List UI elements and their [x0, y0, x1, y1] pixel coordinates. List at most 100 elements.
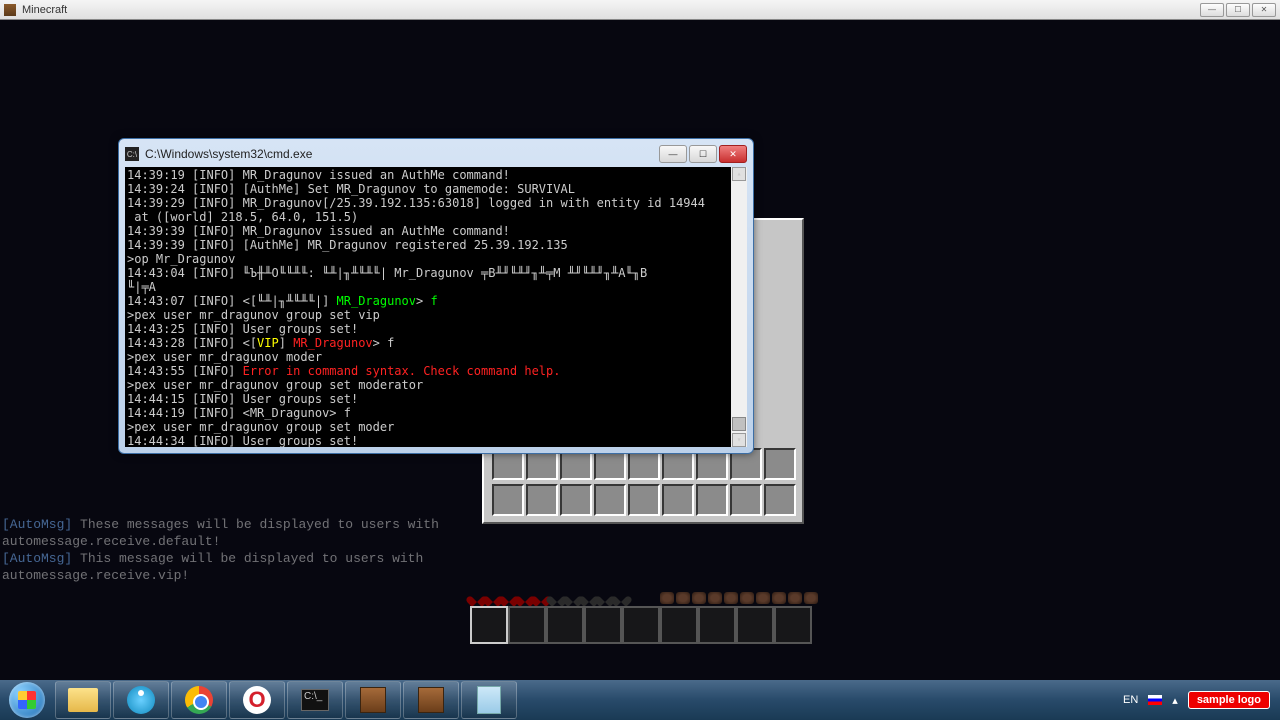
- cmd-line: >pex user mr_dragunov moder: [127, 350, 745, 364]
- minecraft-titlebar[interactable]: Minecraft — ☐ ✕: [0, 0, 1280, 20]
- hotbar-slot[interactable]: [660, 606, 698, 644]
- minecraft-viewport[interactable]: C:\ C:\Windows\system32\cmd.exe — ☐ ✕ 14…: [0, 20, 1280, 680]
- cmd-line: 14:39:24 [INFO] [AuthMe] Set MR_Dragunov…: [127, 182, 745, 196]
- hunger-bar: [660, 592, 818, 604]
- cmd-close-button[interactable]: ✕: [719, 145, 747, 163]
- inventory-slot[interactable]: [628, 484, 660, 516]
- sample-logo-badge: sample logo: [1188, 691, 1270, 709]
- inventory-slot[interactable]: [764, 448, 796, 480]
- hotbar[interactable]: [470, 606, 812, 644]
- cmd-titlebar[interactable]: C:\ C:\Windows\system32\cmd.exe — ☐ ✕: [125, 145, 747, 163]
- cmd-line: 14:43:07 [INFO] <[╙╨|╖╨╙╨╙|] MR_Dragunov…: [127, 294, 745, 308]
- tray-chevron-icon[interactable]: ▴: [1172, 694, 1178, 707]
- inventory-slot[interactable]: [730, 484, 762, 516]
- mc-maximize-button[interactable]: ☐: [1226, 3, 1250, 17]
- cmd-line: 14:43:28 [INFO] <[VIP] MR_Dragunov> f: [127, 336, 745, 350]
- hotbar-slot[interactable]: [622, 606, 660, 644]
- hunger-icon: [772, 592, 786, 604]
- hotbar-slot[interactable]: [698, 606, 736, 644]
- taskbar-opera[interactable]: O: [229, 681, 285, 719]
- cmd-line: 14:39:19 [INFO] MR_Dragunov issued an Au…: [127, 168, 745, 182]
- hotbar-slot[interactable]: [774, 606, 812, 644]
- opera-icon: O: [243, 686, 271, 714]
- cmd-scrollbar[interactable]: ▴ ▾: [731, 167, 747, 447]
- mc-minimize-button[interactable]: —: [1200, 3, 1224, 17]
- cmd-line: at ([world] 218.5, 64.0, 151.5): [127, 210, 745, 224]
- taskbar-explorer[interactable]: [55, 681, 111, 719]
- minecraft-title: Minecraft: [22, 4, 1200, 16]
- language-indicator[interactable]: EN: [1123, 694, 1138, 706]
- cmd-line: 14:44:34 [INFO] User groups set!: [127, 434, 745, 447]
- cmd-output[interactable]: 14:39:19 [INFO] MR_Dragunov issued an Au…: [125, 167, 747, 447]
- inventory-hotbar-row: [492, 484, 796, 516]
- hunger-icon: [724, 592, 738, 604]
- cmd-title: C:\Windows\system32\cmd.exe: [145, 147, 659, 161]
- flag-icon[interactable]: [1148, 695, 1162, 705]
- cmd-line: 14:43:25 [INFO] User groups set!: [127, 322, 745, 336]
- hunger-icon: [788, 592, 802, 604]
- windows-icon: [9, 682, 45, 718]
- taskbar-notepad[interactable]: [461, 681, 517, 719]
- cmd-line: >pex user mr_dragunov group set moder: [127, 420, 745, 434]
- hotbar-slot[interactable]: [736, 606, 774, 644]
- hotbar-slot[interactable]: [508, 606, 546, 644]
- minecraft-window: Minecraft — ☐ ✕ C:\ C:\Windows\system32\…: [0, 0, 1280, 720]
- scroll-thumb[interactable]: [732, 417, 746, 431]
- cmd-icon: C:\_: [301, 689, 329, 711]
- mc-close-button[interactable]: ✕: [1252, 3, 1276, 17]
- cmd-line: >op Mr_Dragunov: [127, 252, 745, 266]
- chat-line: automessage.receive.default!: [2, 533, 439, 550]
- chat-line: [AutoMsg] This message will be displayed…: [2, 550, 439, 567]
- taskbar[interactable]: O C:\_ EN ▴ sample logo: [0, 680, 1280, 720]
- chat-log: [AutoMsg] These messages will be display…: [2, 516, 439, 584]
- crafting-icon: [360, 687, 386, 713]
- cmd-line: 14:43:55 [INFO] Error in command syntax.…: [127, 364, 745, 378]
- chrome-icon: [185, 686, 213, 714]
- cmd-icon: C:\: [125, 147, 139, 161]
- cmd-line: >pex user mr_dragunov group set vip: [127, 308, 745, 322]
- taskbar-chrome[interactable]: [171, 681, 227, 719]
- cmd-window[interactable]: C:\ C:\Windows\system32\cmd.exe — ☐ ✕ 14…: [118, 138, 754, 454]
- folder-icon: [68, 688, 98, 712]
- health-bar: [470, 592, 628, 604]
- heart-icon: [614, 592, 628, 604]
- hunger-icon: [708, 592, 722, 604]
- daemon-icon: [127, 686, 155, 714]
- hunger-icon: [756, 592, 770, 604]
- hunger-icon: [740, 592, 754, 604]
- hotbar-slot[interactable]: [546, 606, 584, 644]
- taskbar-minecraft[interactable]: [345, 681, 401, 719]
- inventory-slot[interactable]: [492, 484, 524, 516]
- cmd-line: >pex user mr_dragunov group set moderato…: [127, 378, 745, 392]
- hotbar-slot[interactable]: [470, 606, 508, 644]
- chat-line: automessage.receive.vip!: [2, 567, 439, 584]
- scroll-up-button[interactable]: ▴: [732, 167, 746, 181]
- cmd-minimize-button[interactable]: —: [659, 145, 687, 163]
- hunger-icon: [660, 592, 674, 604]
- inventory-slot[interactable]: [594, 484, 626, 516]
- hunger-icon: [676, 592, 690, 604]
- taskbar-cmd[interactable]: C:\_: [287, 681, 343, 719]
- hunger-icon: [692, 592, 706, 604]
- cmd-maximize-button[interactable]: ☐: [689, 145, 717, 163]
- taskbar-daemon[interactable]: [113, 681, 169, 719]
- inventory-slot[interactable]: [526, 484, 558, 516]
- notepad-icon: [477, 686, 501, 714]
- inventory-slot[interactable]: [662, 484, 694, 516]
- system-tray[interactable]: EN ▴ sample logo: [1113, 680, 1280, 720]
- scroll-down-button[interactable]: ▾: [732, 433, 746, 447]
- hotbar-slot[interactable]: [584, 606, 622, 644]
- cmd-line: 14:39:39 [INFO] MR_Dragunov issued an Au…: [127, 224, 745, 238]
- hunger-icon: [804, 592, 818, 604]
- inventory-slot[interactable]: [696, 484, 728, 516]
- cmd-line: 14:44:19 [INFO] <MR_Dragunov> f: [127, 406, 745, 420]
- inventory-slot[interactable]: [560, 484, 592, 516]
- minecraft-icon: [4, 4, 16, 16]
- cmd-line: 14:43:04 [INFO] ╙Ъ╫╨О╙╙╨╙: ╙╨|╖╨╙╨╙| Mr_…: [127, 266, 745, 280]
- cmd-line: 14:39:39 [INFO] [AuthMe] MR_Dragunov reg…: [127, 238, 745, 252]
- cmd-line: 14:44:15 [INFO] User groups set!: [127, 392, 745, 406]
- taskbar-minecraft-2[interactable]: [403, 681, 459, 719]
- chat-line: [AutoMsg] These messages will be display…: [2, 516, 439, 533]
- inventory-slot[interactable]: [764, 484, 796, 516]
- start-button[interactable]: [0, 680, 54, 720]
